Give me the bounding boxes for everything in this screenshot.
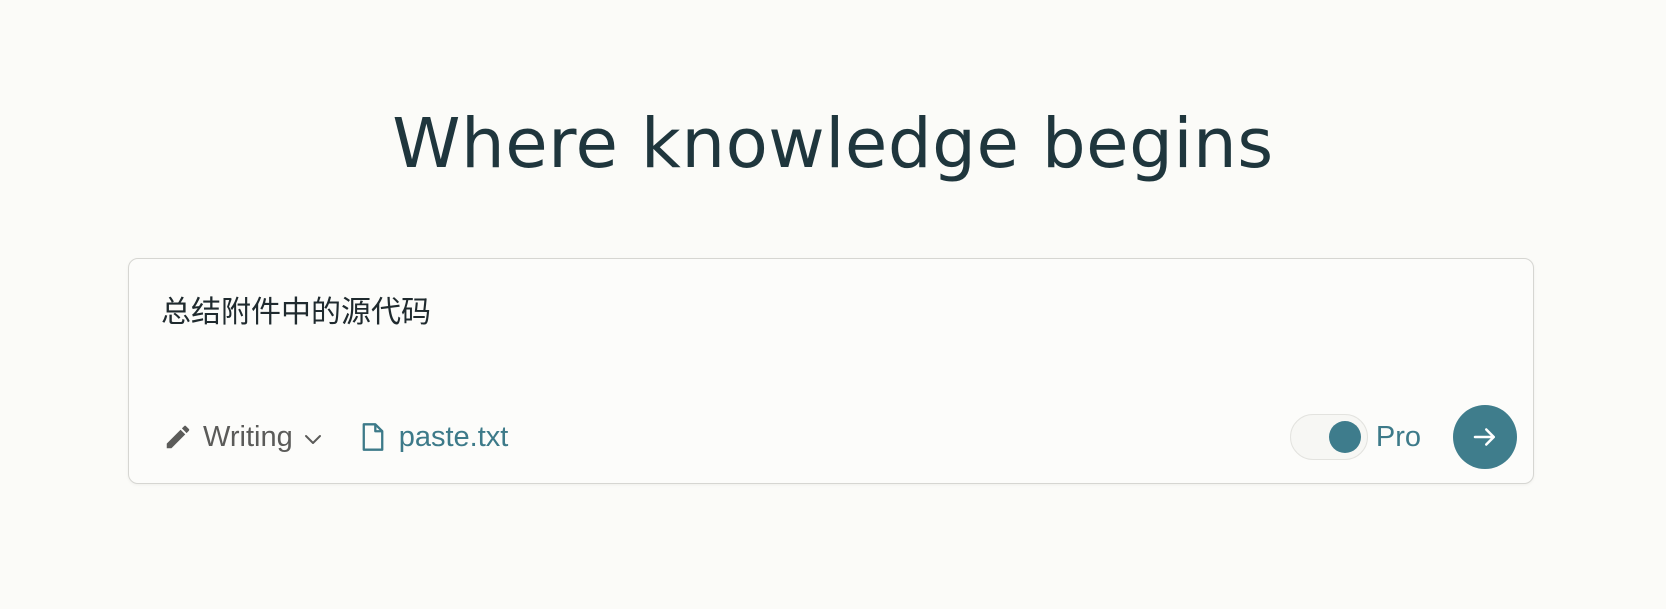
search-query-text[interactable]: 总结附件中的源代码 — [161, 293, 431, 333]
arrow-right-icon — [1473, 428, 1495, 446]
pro-toggle-label: Pro — [1375, 420, 1421, 453]
chevron-down-icon — [304, 435, 321, 444]
search-toolbar-left: Writing paste.txt — [163, 415, 508, 459]
focus-mode-label: Writing — [203, 420, 293, 453]
search-toolbar-right: Pro — [1289, 405, 1517, 469]
file-icon — [362, 423, 384, 451]
attachment-filename: paste.txt — [398, 420, 509, 453]
pencil-icon — [166, 425, 190, 449]
attachment-chip[interactable]: paste.txt — [361, 420, 509, 454]
focus-mode-button[interactable]: Writing — [163, 421, 325, 454]
pro-toggle[interactable] — [1289, 414, 1368, 460]
page-headline: Where knowledge begins — [392, 104, 1274, 184]
search-box[interactable]: 总结附件中的源代码 Writing paste.txt Pro — [128, 258, 1534, 484]
pro-toggle-knob — [1328, 421, 1361, 453]
submit-button[interactable] — [1453, 405, 1517, 469]
